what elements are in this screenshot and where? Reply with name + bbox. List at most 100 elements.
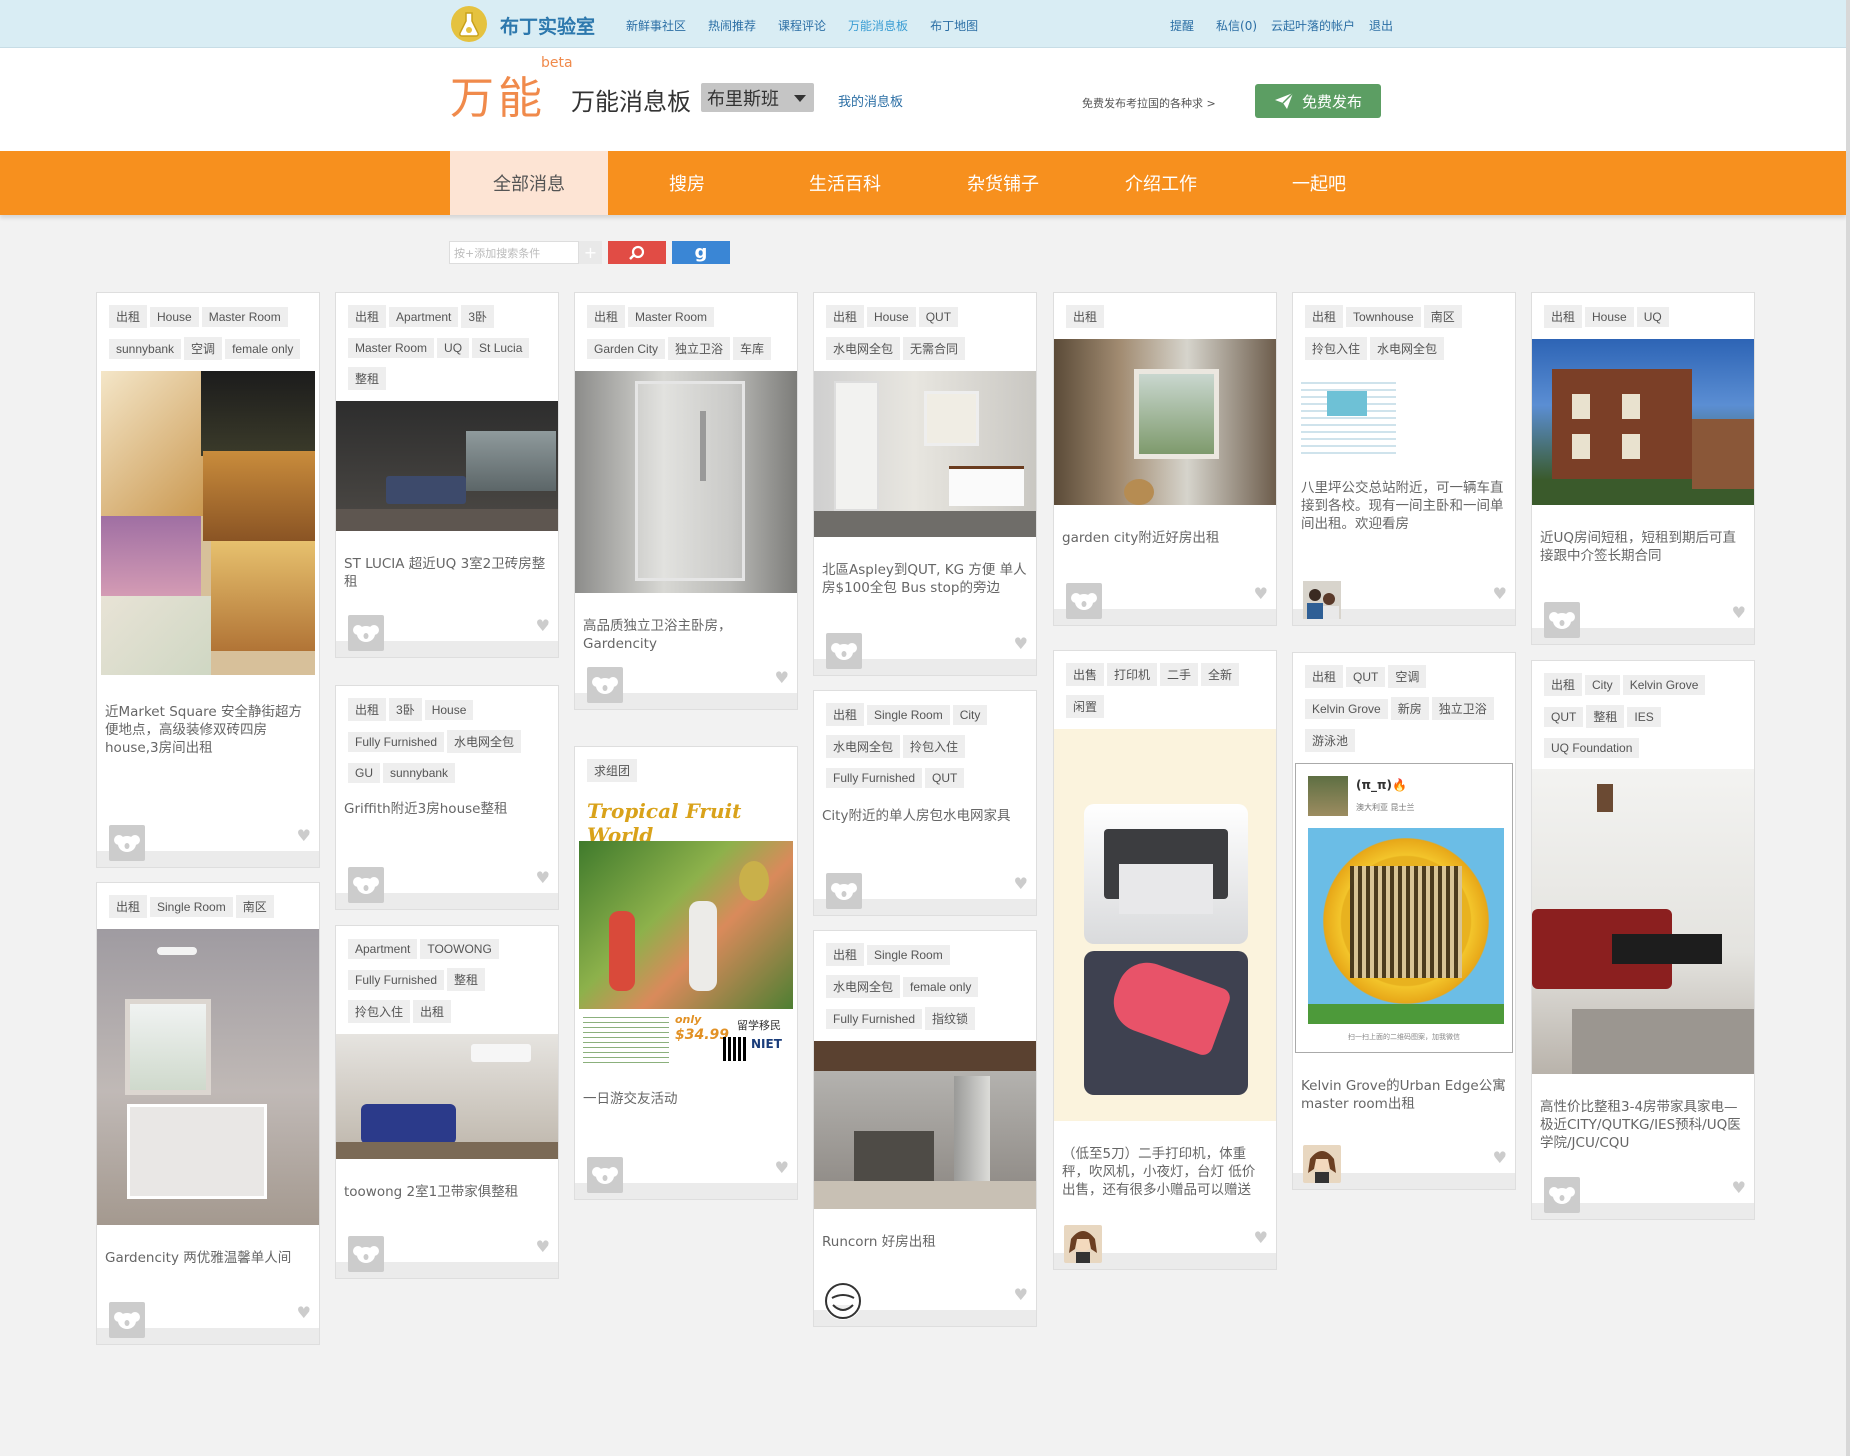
post-card[interactable]: 出售 打印机 二手 全新闲置 （低至5刀）二手打印机，体重秤，吹风机，小夜灯，台灯 低… — [1053, 650, 1277, 1270]
search-input[interactable]: 按+添加搜索条件 — [449, 241, 579, 264]
post-card[interactable]: 出租 House Master Room sunnybank 空调 female only… — [96, 292, 320, 868]
tag[interactable]: 出租 — [826, 305, 865, 328]
tag[interactable]: 整租 — [447, 968, 486, 991]
tag[interactable]: 拎包入住 — [903, 735, 966, 758]
tag[interactable]: Kelvin Grove — [1305, 699, 1388, 719]
post-image[interactable] — [814, 371, 1036, 537]
tag[interactable]: QUT — [1346, 667, 1386, 687]
post-title[interactable]: Gardencity 两优雅温馨单人间 — [97, 1249, 319, 1267]
tag[interactable]: Fully Furnished — [826, 1009, 923, 1029]
tag[interactable]: Single Room — [867, 705, 950, 725]
heart-icon[interactable]: ♥ — [536, 616, 550, 635]
post-image[interactable] — [1532, 339, 1754, 505]
heart-icon[interactable]: ♥ — [1493, 584, 1507, 603]
tag[interactable]: 拎包入住 — [348, 1000, 411, 1023]
post-image[interactable]: (π_π)🔥 澳大利亚 昆士兰 扫一扫上面的二维码图案，加我微信 — [1295, 763, 1513, 1053]
tag[interactable]: UQ — [437, 338, 470, 358]
tag[interactable]: 无需合同 — [903, 337, 966, 360]
tag[interactable]: sunnybank — [383, 763, 456, 783]
tag[interactable]: UQ Foundation — [1544, 738, 1640, 758]
koala-avatar-icon[interactable] — [1066, 583, 1102, 619]
tag[interactable]: 出租 — [109, 305, 148, 328]
tag[interactable]: House — [867, 307, 916, 327]
tag[interactable]: 出租 — [1544, 673, 1583, 696]
heart-icon[interactable]: ♥ — [1732, 1178, 1746, 1197]
post-image[interactable] — [575, 371, 797, 593]
notifications-link[interactable]: 提醒 — [1170, 17, 1194, 34]
post-card[interactable]: 出租 Apartment 3卧 Master Room UQ St Lucia 整租 ST … — [335, 292, 559, 658]
post-image[interactable] — [1297, 371, 1511, 471]
messages-link[interactable]: 私信(0) — [1216, 17, 1257, 34]
post-card[interactable]: 出租 3卧 House Fully Furnished 水电网全包 GU sunnybank… — [335, 685, 559, 910]
tag[interactable]: sunnybank — [109, 339, 182, 359]
tag[interactable]: Master Room — [348, 338, 435, 358]
heart-icon[interactable]: ♥ — [1493, 1148, 1507, 1167]
koala-avatar-icon[interactable] — [826, 633, 862, 669]
heart-icon[interactable]: ♥ — [1254, 584, 1268, 603]
heart-icon[interactable]: ♥ — [1014, 634, 1028, 653]
post-image[interactable] — [336, 401, 558, 531]
post-image[interactable] — [814, 1041, 1036, 1209]
tag[interactable]: 出租 — [826, 703, 865, 726]
tag[interactable]: 出租 — [1544, 305, 1583, 328]
tag[interactable]: 出售 — [1066, 663, 1105, 686]
post-card[interactable]: 出租 Single Room 水电网全包 female only Fully Furni… — [813, 930, 1037, 1327]
nav-item-course-review[interactable]: 课程评论 — [778, 17, 826, 34]
post-title[interactable]: 一日游交友活动 — [575, 1090, 797, 1108]
tag[interactable]: 3卧 — [461, 305, 495, 328]
tag[interactable]: 水电网全包 — [826, 735, 901, 758]
user-avatar[interactable] — [1303, 1145, 1341, 1183]
heart-icon[interactable]: ♥ — [775, 1158, 789, 1177]
post-image[interactable]: Tropical Fruit World only $34.99 留学移民 NI… — [579, 793, 793, 1070]
post-card[interactable]: 出租 Single Room 南区 Gardencity 两优雅温馨单人间 ♥ — [96, 882, 320, 1345]
heart-icon[interactable]: ♥ — [775, 668, 789, 687]
tag[interactable]: 空调 — [184, 337, 223, 360]
tag[interactable]: IES — [1627, 707, 1661, 727]
post-title[interactable]: 八里坪公交总站附近，可一辆车直接到各校。现有一间主卧和一间单间出租。欢迎看房 — [1293, 479, 1515, 533]
koala-avatar-icon[interactable] — [826, 873, 862, 909]
koala-avatar-icon[interactable] — [587, 667, 623, 703]
tag[interactable]: Garden City — [587, 339, 666, 359]
my-board-link[interactable]: 我的消息板 — [838, 91, 903, 110]
heart-icon[interactable]: ♥ — [1254, 1228, 1268, 1247]
tag[interactable]: 出租 — [109, 895, 148, 918]
tag[interactable]: QUT — [925, 768, 965, 788]
tag[interactable]: 整租 — [1586, 705, 1625, 728]
tag[interactable]: Townhouse — [1346, 307, 1421, 327]
tab-together[interactable]: 一起吧 — [1240, 151, 1398, 215]
post-title[interactable]: Kelvin Grove的Urban Edge公寓master room出租 — [1293, 1077, 1515, 1113]
heart-icon[interactable]: ♥ — [1014, 1285, 1028, 1304]
tag[interactable]: 出租 — [348, 698, 387, 721]
tag[interactable]: 二手 — [1160, 663, 1199, 686]
heart-icon[interactable]: ♥ — [297, 826, 311, 845]
scrollbar[interactable] — [1846, 0, 1850, 1456]
post-title[interactable]: 高品质独立卫浴主卧房，Gardencity — [575, 617, 797, 653]
publish-button[interactable]: 免费发布 — [1255, 84, 1381, 118]
nav-item-recommend[interactable]: 热闹推荐 — [708, 17, 756, 34]
post-card[interactable]: 出租 QUT 空调Kelvin Grove 新房 独立卫浴游泳池 (π_π)🔥 澳大利亚… — [1292, 652, 1516, 1190]
tag[interactable]: City — [1585, 675, 1620, 695]
koala-avatar-icon[interactable] — [1544, 1177, 1580, 1213]
tab-life[interactable]: 生活百科 — [766, 151, 924, 215]
tag[interactable]: 指纹锁 — [925, 1007, 976, 1030]
tag[interactable]: 全新 — [1201, 663, 1240, 686]
post-image[interactable] — [1532, 769, 1754, 1074]
promo-link[interactable]: 免费发布考拉国的各种求 > — [1082, 95, 1216, 111]
tag[interactable]: 出租 — [826, 943, 865, 966]
tag[interactable]: 出租 — [1305, 665, 1344, 688]
tag[interactable]: Kelvin Grove — [1622, 675, 1706, 695]
tag[interactable]: House — [424, 700, 474, 720]
tab-jobs[interactable]: 介绍工作 — [1082, 151, 1240, 215]
logout-link[interactable]: 退出 — [1369, 17, 1393, 34]
post-title[interactable]: ST LUCIA 超近UQ 3室2卫砖房整租 — [336, 555, 558, 591]
tag[interactable]: 水电网全包 — [1370, 337, 1445, 360]
nav-item-message-board[interactable]: 万能消息板 — [848, 17, 908, 34]
koala-avatar-icon[interactable] — [109, 825, 145, 861]
tag[interactable]: 南区 — [235, 895, 274, 918]
koala-avatar-icon[interactable] — [1544, 602, 1580, 638]
tag[interactable]: Single Room — [150, 897, 233, 917]
tag[interactable]: 打印机 — [1107, 663, 1158, 686]
google-search-button[interactable]: g — [672, 241, 730, 264]
tag[interactable]: St Lucia — [472, 338, 530, 358]
heart-icon[interactable]: ♥ — [1732, 603, 1746, 622]
